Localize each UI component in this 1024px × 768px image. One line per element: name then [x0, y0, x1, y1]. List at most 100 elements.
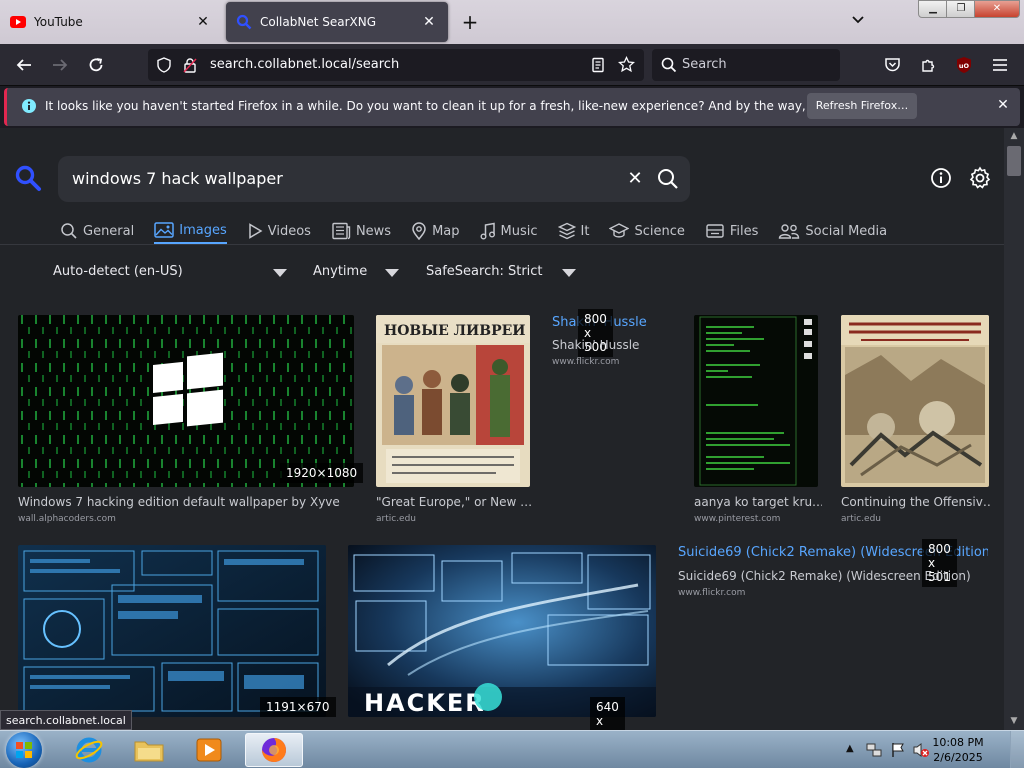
minimize-button[interactable]: ▁ — [918, 0, 948, 18]
refresh-firefox-button[interactable]: Refresh Firefox… — [807, 93, 917, 119]
result-thumbnail[interactable]: HACKER — [348, 545, 656, 717]
extensions-button[interactable] — [914, 51, 942, 79]
tab-it[interactable]: It — [557, 218, 590, 244]
scroll-up-arrow-icon[interactable]: ▲ — [1004, 131, 1024, 141]
battle-poster-image — [841, 315, 989, 483]
divider — [0, 244, 1004, 245]
scroll-down-arrow-icon[interactable]: ▼ — [1004, 716, 1024, 726]
lock-insecure-icon[interactable] — [182, 57, 198, 73]
taskbar-internet-explorer[interactable] — [60, 733, 118, 767]
pocket-icon — [884, 58, 900, 72]
tab-music[interactable]: Music — [480, 218, 538, 244]
tab-videos[interactable]: Videos — [247, 218, 311, 244]
back-button[interactable] — [10, 51, 38, 79]
chevron-down-icon[interactable] — [273, 269, 287, 277]
scrollbar-thumb[interactable] — [1007, 146, 1021, 176]
tab-label: Images — [179, 222, 227, 238]
image-resolution: 1920×1080 — [280, 463, 364, 483]
tab-social-media[interactable]: Social Media — [778, 218, 887, 244]
result-title[interactable]: Windows 7 hacking edition default wallpa… — [18, 495, 354, 509]
map-pin-icon — [412, 222, 426, 240]
result-title[interactable]: "Great Europe," or New … — [376, 495, 532, 509]
taskbar-file-explorer[interactable] — [120, 733, 178, 767]
refresh-firefox-notification: It looks like you haven't started Firefo… — [4, 88, 1020, 126]
searxng-logo-icon[interactable] — [14, 164, 42, 192]
ublock-button[interactable]: uO — [950, 51, 978, 79]
app-menu-button[interactable] — [986, 51, 1014, 79]
start-button[interactable] — [6, 732, 42, 768]
close-tab-icon[interactable]: ✕ — [420, 13, 438, 31]
new-tab-button[interactable]: + — [458, 10, 482, 34]
taskbar-firefox[interactable] — [245, 733, 303, 767]
shield-icon[interactable] — [156, 57, 172, 73]
result-thumbnail[interactable] — [694, 315, 818, 487]
search-placeholder: Search — [682, 57, 727, 72]
tab-searxng[interactable]: CollabNet SearXNG ✕ — [226, 2, 448, 42]
hacker-wallpaper-image: HACKER — [348, 545, 656, 717]
youtube-icon — [10, 14, 26, 30]
graduation-cap-icon — [609, 223, 630, 238]
play-icon — [248, 223, 263, 239]
tab-label: It — [580, 223, 590, 239]
tab-science[interactable]: Science — [609, 218, 685, 244]
image-resolution: 640 x 360 — [590, 697, 625, 730]
pocket-button[interactable] — [878, 51, 906, 79]
windows-taskbar: ▲ 10:08 PM 2/6/2025 — [0, 730, 1024, 768]
chevron-down-icon[interactable] — [562, 269, 576, 277]
bookmark-star-icon[interactable] — [618, 56, 635, 73]
tab-youtube[interactable]: YouTube ✕ — [0, 2, 222, 42]
address-bar[interactable]: search.collabnet.local/search — [148, 49, 644, 81]
result-thumbnail[interactable] — [18, 545, 326, 717]
tab-title: YouTube — [34, 15, 83, 29]
result-title: Suicide69 (Chick2 Remake) (Widescreen Ed… — [678, 569, 971, 583]
show-desktop-button[interactable] — [1010, 731, 1024, 768]
result-title[interactable]: aanya ko target kru… — [694, 495, 822, 509]
close-notification-icon[interactable]: ✕ — [993, 97, 1013, 117]
tab-map[interactable]: Map — [411, 218, 460, 244]
about-info-icon[interactable] — [930, 167, 952, 189]
vertical-scrollbar[interactable]: ▲ ▼ — [1004, 128, 1024, 730]
forward-button[interactable] — [46, 51, 74, 79]
result-thumbnail[interactable] — [841, 315, 989, 487]
safesearch-select[interactable]: SafeSearch: Strict — [426, 264, 543, 279]
url-text[interactable]: search.collabnet.local/search — [210, 57, 399, 72]
time-range-select[interactable]: Anytime — [313, 264, 367, 279]
show-hidden-icons-icon[interactable]: ▲ — [846, 743, 854, 754]
ublock-origin-icon: uO — [957, 57, 971, 73]
language-select[interactable]: Auto-detect (en-US) — [53, 264, 183, 279]
clear-search-icon[interactable]: ✕ — [624, 168, 646, 190]
clock-date: 2/6/2025 — [933, 751, 983, 764]
search-input[interactable]: windows 7 hack wallpaper ✕ — [58, 156, 690, 202]
file-tray-icon — [706, 224, 724, 238]
tab-label: Videos — [267, 223, 311, 239]
close-window-button[interactable]: ✕ — [974, 0, 1020, 18]
tab-label: News — [355, 223, 392, 239]
search-query-text: windows 7 hack wallpaper — [72, 169, 283, 188]
maximize-button[interactable]: ❐ — [946, 0, 976, 18]
web-search-bar[interactable]: Search — [652, 49, 840, 81]
tab-general[interactable]: General — [60, 218, 134, 244]
reader-view-icon[interactable] — [590, 57, 606, 73]
system-clock[interactable]: 10:08 PM 2/6/2025 — [920, 735, 996, 765]
settings-gear-icon[interactable] — [968, 166, 992, 190]
search-icon — [61, 223, 77, 239]
windows-logo-icon — [16, 742, 32, 758]
hamburger-menu-icon — [993, 59, 1007, 71]
result-thumbnail[interactable] — [18, 315, 354, 487]
close-tab-icon[interactable]: ✕ — [194, 13, 212, 31]
search-submit-icon[interactable] — [656, 167, 680, 191]
tab-images[interactable]: Images — [154, 218, 227, 244]
reload-icon — [89, 58, 103, 72]
tab-news[interactable]: News — [331, 218, 391, 244]
result-thumbnail[interactable]: НОВЫЕ ЛИВРЕИ — [376, 315, 530, 487]
list-all-tabs-button[interactable] — [846, 10, 870, 34]
reload-button[interactable] — [82, 51, 110, 79]
result-source: wall.alphacoders.com — [18, 514, 116, 524]
tab-label: Map — [432, 223, 460, 239]
result-title[interactable]: Continuing the Offensiv… — [841, 495, 991, 509]
tab-files[interactable]: Files — [705, 218, 758, 244]
taskbar-media-player[interactable] — [180, 733, 238, 767]
chevron-down-icon[interactable] — [385, 269, 399, 277]
network-icon[interactable] — [866, 742, 882, 758]
action-center-flag-icon[interactable] — [890, 742, 906, 758]
